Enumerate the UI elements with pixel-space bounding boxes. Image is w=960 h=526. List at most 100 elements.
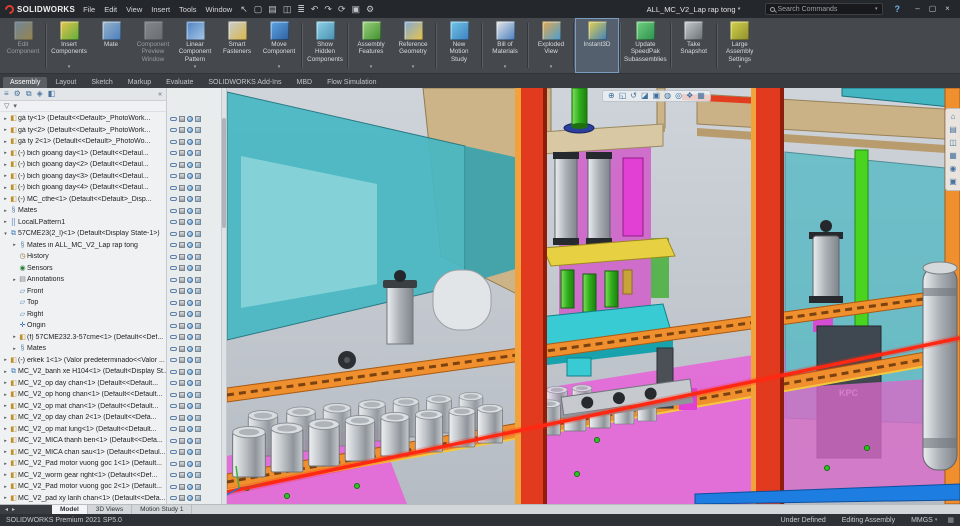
tree-item[interactable]: ▸ ◧ MC_V2_Pad motor vuong goc 1<1> (Defaul… xyxy=(0,458,166,470)
component-preview-window-button[interactable]: Component Preview Window xyxy=(132,19,174,72)
appearance-icon[interactable] xyxy=(187,276,193,283)
hide-show-icon[interactable] xyxy=(170,496,177,501)
expand-arrow-icon[interactable]: ▸ xyxy=(11,242,18,248)
display-pane-row[interactable] xyxy=(167,274,221,286)
display-mode-icon[interactable] xyxy=(179,322,185,329)
display-mode-icon[interactable] xyxy=(179,161,185,168)
appearances-icon[interactable]: ◉ xyxy=(950,165,957,173)
tree-item[interactable]: ▸ ◧ MC_V2_Pad motor vuong goc 2<1> (Defaul… xyxy=(0,481,166,493)
hide-show-icon[interactable] xyxy=(170,450,177,455)
units-dropdown-icon[interactable]: ▾ xyxy=(935,517,938,523)
tree-item[interactable]: ▸ ◧ MC_V2_op mat chan<1> (Default<<Default… xyxy=(0,401,166,413)
hide-show-icon[interactable] xyxy=(170,438,177,443)
hide-show-icon[interactable] xyxy=(170,392,177,397)
tree-item[interactable]: ▱ Front xyxy=(0,286,166,298)
close-button[interactable]: × xyxy=(940,0,955,18)
transparency-icon[interactable] xyxy=(195,150,201,157)
open-document-icon[interactable]: ▤ xyxy=(268,4,277,14)
display-mode-icon[interactable] xyxy=(179,150,185,157)
hide-show-items-icon[interactable]: ◎ xyxy=(675,92,682,100)
expand-arrow-icon[interactable]: ▸ xyxy=(2,495,9,501)
tree-item[interactable]: ▸ ⣿ LocalLPattern1 xyxy=(0,217,166,229)
hide-show-icon[interactable] xyxy=(170,335,177,340)
display-pane-row[interactable] xyxy=(167,286,221,298)
hide-show-icon[interactable] xyxy=(170,473,177,478)
appearance-icon[interactable] xyxy=(187,403,193,410)
smart-fasteners-button[interactable]: Smart Fasteners xyxy=(216,19,258,72)
star-knob[interactable] xyxy=(338,351,356,369)
appearance-icon[interactable] xyxy=(187,127,193,134)
menu-insert[interactable]: Insert xyxy=(151,5,170,14)
display-mode-icon[interactable] xyxy=(179,403,185,410)
appearance-icon[interactable] xyxy=(187,311,193,318)
model-view[interactable]: KPC xyxy=(227,88,960,504)
display-mode-icon[interactable] xyxy=(179,449,185,456)
appearance-icon[interactable] xyxy=(187,334,193,341)
display-mode-icon[interactable] xyxy=(179,391,185,398)
appearance-icon[interactable] xyxy=(187,414,193,421)
expand-arrow-icon[interactable]: ▸ xyxy=(2,173,9,179)
transparency-icon[interactable] xyxy=(195,311,201,318)
edit-component-button[interactable]: Edit Component xyxy=(2,19,44,72)
expand-arrow-icon[interactable]: ▸ xyxy=(2,403,9,409)
display-pane-row[interactable] xyxy=(167,424,221,436)
appearance-icon[interactable] xyxy=(187,161,193,168)
hide-show-icon[interactable] xyxy=(170,381,177,386)
hide-show-icon[interactable] xyxy=(170,461,177,466)
tree-item[interactable]: ▸ § Mates xyxy=(0,343,166,355)
dropdown-arrow-icon[interactable]: ▾ xyxy=(550,64,553,72)
tab-evaluate[interactable]: Evaluate xyxy=(159,77,200,88)
expand-arrow-icon[interactable]: ▸ xyxy=(2,139,9,145)
undo-icon[interactable]: ↶ xyxy=(311,4,319,14)
menu-file[interactable]: File xyxy=(83,5,95,14)
transparency-icon[interactable] xyxy=(195,357,201,364)
appearance-icon[interactable] xyxy=(187,345,193,352)
hide-show-icon[interactable] xyxy=(170,197,177,202)
display-mode-icon[interactable] xyxy=(179,173,185,180)
transparency-icon[interactable] xyxy=(195,334,201,341)
expand-arrow-icon[interactable]: ▸ xyxy=(2,415,9,421)
tree-item[interactable]: ◉ Sensors xyxy=(0,263,166,275)
appearance-icon[interactable] xyxy=(187,265,193,272)
new-document-icon[interactable]: ▢ xyxy=(254,4,263,14)
expand-arrow-icon[interactable]: ▸ xyxy=(2,472,9,478)
tree-item[interactable]: ✛ Origin xyxy=(0,320,166,332)
display-pane-row[interactable] xyxy=(167,389,221,401)
tree-item[interactable]: ▸ ▤ Annotations xyxy=(0,274,166,286)
hide-show-icon[interactable] xyxy=(170,151,177,156)
instant3d-button[interactable]: Instant3D xyxy=(575,18,619,73)
display-pane-row[interactable] xyxy=(167,251,221,263)
display-mode-icon[interactable] xyxy=(179,253,185,260)
menu-tools[interactable]: Tools xyxy=(179,5,197,14)
transparency-icon[interactable] xyxy=(195,184,201,191)
display-mode-icon[interactable] xyxy=(179,460,185,467)
display-pane-row[interactable] xyxy=(167,217,221,229)
filter-dropdown-icon[interactable]: ▾ xyxy=(13,102,17,110)
menu-view[interactable]: View xyxy=(126,5,142,14)
display-pane-row[interactable] xyxy=(167,332,221,344)
bill-of-materials-button[interactable]: Bill of Materials ▾ xyxy=(484,19,526,72)
exploded-view-button[interactable]: Exploded View ▾ xyxy=(530,19,572,72)
transparency-icon[interactable] xyxy=(195,391,201,398)
help-button[interactable]: ? xyxy=(895,4,901,14)
tree-item[interactable]: ▸ ◧ MC_V2_pad xy lanh chan<1> (Default<<De… xyxy=(0,493,166,505)
frame-beam-vertical-1[interactable] xyxy=(515,88,547,504)
dropdown-arrow-icon[interactable]: ▾ xyxy=(412,64,415,72)
expand-arrow-icon[interactable]: ▸ xyxy=(2,392,9,398)
display-pane-row[interactable] xyxy=(167,113,221,125)
new-motion-study-button[interactable]: New Motion Study xyxy=(438,19,480,72)
display-pane-row[interactable] xyxy=(167,401,221,413)
display-mode-icon[interactable] xyxy=(179,414,185,421)
display-mode-icon[interactable] xyxy=(179,196,185,203)
display-mode-icon[interactable] xyxy=(179,311,185,318)
tree-item[interactable]: ▸ ⧉ MC_V2_banh xe H104<1> (Default<Display… xyxy=(0,366,166,378)
hide-show-icon[interactable] xyxy=(170,128,177,133)
tree-item[interactable]: ▸ ◧ MC_V2_MICA chan sau<1> (Default<<Defau… xyxy=(0,447,166,459)
transparency-icon[interactable] xyxy=(195,472,201,479)
tree-item[interactable]: ▸ ◧ gá ty<1> (Default<<Default>_PhotoWork.… xyxy=(0,113,166,125)
hide-show-icon[interactable] xyxy=(170,243,177,248)
display-pane-row[interactable] xyxy=(167,125,221,137)
appearance-icon[interactable] xyxy=(187,380,193,387)
display-mode-icon[interactable] xyxy=(179,426,185,433)
tree-item[interactable]: ▸ ◧ MC_V2_op hong chan<1> (Default<<Defaul… xyxy=(0,389,166,401)
